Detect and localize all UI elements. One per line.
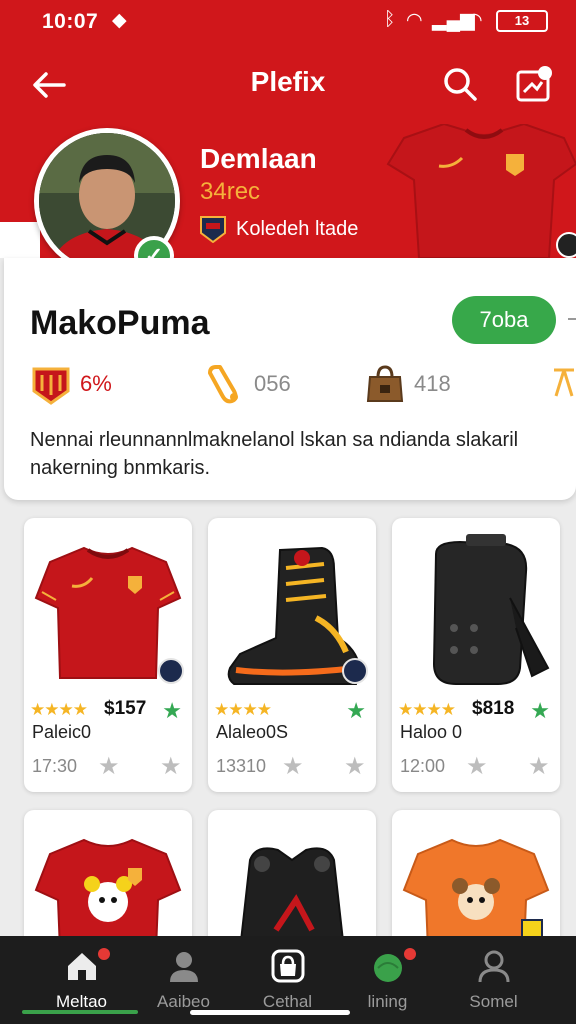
ball-icon <box>374 954 402 982</box>
product-card[interactable] <box>392 810 560 950</box>
product-rating: ★★★★ <box>214 700 272 719</box>
notification-dot <box>98 948 110 960</box>
product-name: Haloo 0 <box>400 722 463 742</box>
follow-button[interactable]: 7oba <box>452 296 556 344</box>
product-meta: 13310 <box>216 756 267 776</box>
profile-card: MakoPuma 7oba 6% 056 418 Nennai rleunnan… <box>4 258 576 500</box>
product-image-black-gear <box>238 847 346 950</box>
star-outline-icon[interactable]: ★ <box>528 752 550 781</box>
product-card[interactable]: ★★★★ $818 ★ Haloo 0 12:00 ★ ★ <box>392 518 560 792</box>
app-title: Plefix <box>250 66 326 97</box>
brand-badge-icon <box>342 658 368 684</box>
active-tab-indicator <box>22 1010 138 1014</box>
person-icon <box>170 952 198 982</box>
stat-horn-value: 056 <box>254 371 291 396</box>
banner-jersey-image <box>386 124 576 258</box>
club-crest-icon <box>200 216 226 243</box>
bag-icon <box>271 949 305 983</box>
star-outline-icon[interactable]: ★ <box>160 752 182 781</box>
club-crest-icon <box>32 367 70 405</box>
wifi-icon: ◠ <box>406 10 423 31</box>
header-club[interactable]: Koledeh ltade <box>200 214 358 244</box>
search-button[interactable] <box>440 64 480 104</box>
star-outline-icon[interactable]: ★ <box>282 752 304 781</box>
horn-icon <box>208 365 238 404</box>
favorite-star-icon[interactable]: ★ <box>346 698 366 724</box>
product-name: Alaleo0S <box>216 722 289 742</box>
nav-item-profile[interactable]: Somel <box>436 936 551 1024</box>
message-icon <box>516 66 552 102</box>
battery-icon: 13 <box>496 10 548 32</box>
banner-brand-badge <box>556 232 576 258</box>
product-card[interactable] <box>208 810 376 950</box>
status-bar: 10:07 ◆ ᛒ ◠ ▂▄▆ ◠ 13 <box>0 0 576 44</box>
product-meta: 17:30 <box>32 756 78 776</box>
nav-label: Meltao <box>55 992 108 1011</box>
notifications-button[interactable] <box>512 62 556 106</box>
product-price: $818 <box>472 698 515 719</box>
product-image-shin-guard <box>432 534 550 685</box>
nav-label: Aaibeo <box>157 992 210 1011</box>
product-rating: ★★★★ <box>30 700 88 719</box>
product-meta: 12:00 <box>400 756 446 776</box>
star-outline-icon[interactable]: ★ <box>466 752 488 781</box>
stat-bag-value: 418 <box>414 371 451 396</box>
product-image-red-mascot-jersey <box>34 838 182 950</box>
stat-bag[interactable]: 418 <box>364 362 451 406</box>
brand-badge-icon <box>158 658 184 684</box>
stat-horn[interactable]: 056 <box>204 362 291 406</box>
stat-rank[interactable]: 6% <box>30 362 112 406</box>
profile-username: MakoPuma <box>30 304 210 342</box>
profile-icon <box>478 950 510 983</box>
header-name: Demlaan <box>200 143 317 174</box>
product-rating: ★★★★ <box>398 700 456 719</box>
nav-label: Somel <box>469 992 518 1011</box>
star-outline-icon[interactable]: ★ <box>98 752 120 781</box>
product-card[interactable] <box>24 810 192 950</box>
bottom-navigation: Meltao Aaibeo Cethal lining Somel <box>0 936 576 1024</box>
notification-dot <box>404 948 416 960</box>
nav-label: lining <box>367 992 408 1011</box>
gesture-home-bar[interactable] <box>190 1010 350 1015</box>
battery-level: 13 <box>514 13 530 28</box>
favorite-star-icon[interactable]: ★ <box>162 698 182 724</box>
status-time: 10:07 <box>42 10 99 33</box>
profile-bio: Nennai rleunnannlmaknelanol lskan sa ndi… <box>30 429 519 479</box>
header-subtitle: 34rec <box>200 178 261 205</box>
app-bar: Plefix <box>0 52 576 116</box>
product-price: $157 <box>104 698 147 719</box>
wifi-icon: ◠ <box>466 10 483 31</box>
bag-icon <box>366 365 404 402</box>
star-outline-icon[interactable]: ★ <box>344 752 366 781</box>
product-image-orange-mascot-jersey <box>402 838 550 950</box>
product-name: Paleic0 <box>32 722 92 742</box>
divider <box>568 318 576 320</box>
home-icon <box>68 953 96 980</box>
more-stats-icon[interactable] <box>552 366 576 402</box>
product-card[interactable]: ★★★★ $157 ★ Paleic0 17:30 ★ ★ <box>24 518 192 792</box>
bluetooth-icon: ᛒ <box>384 9 396 30</box>
product-card[interactable]: ★★★★ ★ Alaleo0S 13310 ★ ★ <box>208 518 376 792</box>
favorite-star-icon[interactable]: ★ <box>530 698 550 724</box>
stat-rank-value: 6% <box>80 371 112 396</box>
search-icon <box>444 68 477 101</box>
notification-tag-icon: ◆ <box>112 10 127 31</box>
header-club-label: Koledeh ltade <box>236 217 359 240</box>
nav-label: Cethal <box>262 992 313 1011</box>
